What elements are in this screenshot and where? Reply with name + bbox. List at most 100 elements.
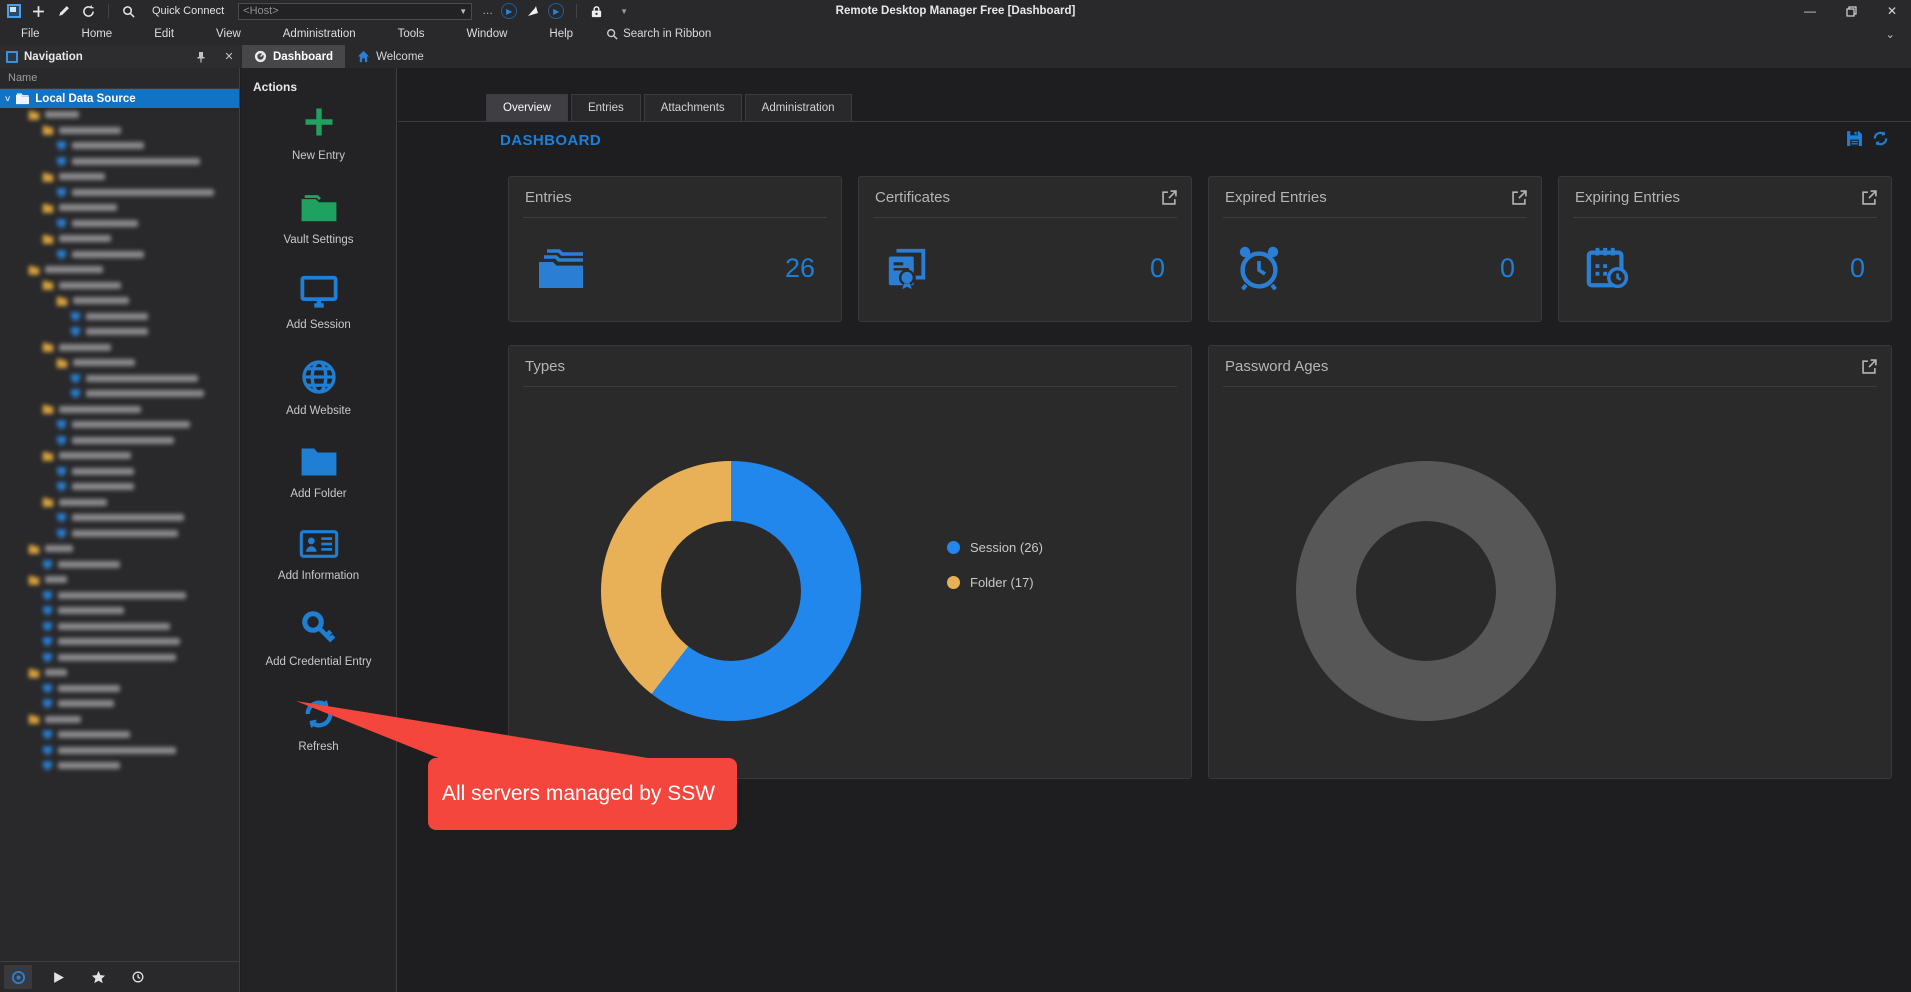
external-link-icon[interactable] [1862, 190, 1877, 205]
tree-item-session[interactable] [0, 138, 239, 154]
action-vault-settings[interactable]: Vault Settings [254, 190, 384, 247]
save-icon[interactable] [1846, 130, 1863, 147]
host-more-button[interactable]: … [482, 5, 493, 17]
tree-item-session[interactable] [0, 309, 239, 325]
tree-item-folder[interactable] [0, 340, 239, 356]
tree-column-header[interactable]: Name [0, 68, 239, 89]
quick-connect-host-input[interactable]: <Host> ▼ [238, 3, 472, 20]
tree-item-session[interactable] [0, 743, 239, 759]
tree-item-folder[interactable] [0, 572, 239, 588]
tree-item-session[interactable] [0, 479, 239, 495]
menu-window[interactable]: Window [446, 28, 529, 40]
action-new-entry[interactable]: New Entry [254, 104, 384, 163]
tree-item-session[interactable] [0, 185, 239, 201]
action-add-website[interactable]: Add Website [254, 359, 384, 418]
play-icon[interactable] [44, 965, 72, 989]
subtab-overview[interactable]: Overview [486, 94, 568, 121]
new-entry-quick-icon[interactable] [31, 4, 46, 19]
tree-item-session[interactable] [0, 216, 239, 232]
entry-tree[interactable] [0, 107, 239, 962]
tree-item-session[interactable] [0, 371, 239, 387]
tree-item-folder[interactable] [0, 712, 239, 728]
connect-button[interactable]: ▶ [501, 3, 517, 19]
tree-item-folder[interactable] [0, 123, 239, 139]
menu-tools[interactable]: Tools [377, 28, 446, 40]
tree-item-session[interactable] [0, 603, 239, 619]
restore-button[interactable] [1846, 6, 1857, 17]
search-in-ribbon[interactable]: Search in Ribbon [594, 28, 711, 40]
tree-item-session[interactable] [0, 619, 239, 635]
tree-item-folder[interactable] [0, 665, 239, 681]
tree-item-folder[interactable] [0, 402, 239, 418]
tab-welcome[interactable]: Welcome [345, 45, 436, 68]
open-session-button[interactable]: ▶ [548, 3, 564, 19]
close-window-button[interactable]: ✕ [1887, 4, 1897, 18]
tree-item-folder[interactable] [0, 293, 239, 309]
host-dropdown-arrow-icon[interactable]: ▼ [459, 7, 467, 16]
collapse-ribbon-chevron-icon[interactable]: ⌄ [1885, 27, 1911, 41]
tree-item-session[interactable] [0, 510, 239, 526]
expand-chevron-icon[interactable]: ˅ [5, 94, 10, 104]
tree-session-icon [56, 481, 67, 492]
subtab-administration[interactable]: Administration [745, 94, 852, 121]
action-add-folder[interactable]: Add Folder [254, 446, 384, 501]
tree-item-folder[interactable] [0, 495, 239, 511]
history-icon[interactable] [124, 965, 152, 989]
external-link-icon[interactable] [1162, 190, 1177, 205]
subtab-attachments[interactable]: Attachments [644, 94, 742, 121]
tree-item-folder[interactable] [0, 231, 239, 247]
action-refresh[interactable]: Refresh [254, 697, 384, 754]
tree-item-session[interactable] [0, 433, 239, 449]
pin-panel-icon[interactable] [196, 51, 218, 63]
tree-item-folder[interactable] [0, 448, 239, 464]
search-quick-icon[interactable] [121, 4, 136, 19]
external-link-icon[interactable] [1512, 190, 1527, 205]
tree-item-session[interactable] [0, 557, 239, 573]
tree-item-folder[interactable] [0, 355, 239, 371]
refresh-dashboard-icon[interactable] [1872, 130, 1889, 147]
lock-icon[interactable] [589, 4, 604, 19]
tree-item-folder[interactable] [0, 169, 239, 185]
menu-home[interactable]: Home [61, 28, 134, 40]
action-add-session[interactable]: Add Session [254, 275, 384, 332]
cursor-arrow-icon[interactable] [525, 4, 540, 19]
tree-item-folder[interactable] [0, 107, 239, 123]
refresh-quick-icon[interactable] [81, 4, 96, 19]
tree-item-folder[interactable] [0, 262, 239, 278]
tree-item-session[interactable] [0, 758, 239, 774]
tree-item-session[interactable] [0, 324, 239, 340]
menu-administration[interactable]: Administration [262, 28, 377, 40]
minimize-button[interactable]: — [1804, 4, 1816, 18]
tree-item-folder[interactable] [0, 541, 239, 557]
menu-file[interactable]: File [0, 28, 61, 40]
menu-view[interactable]: View [195, 28, 262, 40]
tree-item-folder[interactable] [0, 200, 239, 216]
menu-edit[interactable]: Edit [133, 28, 195, 40]
star-icon[interactable] [84, 965, 112, 989]
close-panel-icon[interactable]: ✕ [218, 50, 240, 63]
tree-root-local-data-source[interactable]: ˅ Local Data Source [0, 89, 239, 108]
action-add-credential-entry[interactable]: Add Credential Entry [254, 610, 384, 669]
tree-item-session[interactable] [0, 417, 239, 433]
tree-item-session[interactable] [0, 588, 239, 604]
tree-item-session[interactable] [0, 681, 239, 697]
menu-help[interactable]: Help [528, 28, 594, 40]
tree-folder-icon [42, 234, 54, 244]
tree-item-folder[interactable] [0, 278, 239, 294]
tree-item-session[interactable] [0, 526, 239, 542]
dashboard-target-icon[interactable] [4, 965, 32, 989]
edit-quick-icon[interactable] [56, 4, 71, 19]
tree-item-session[interactable] [0, 247, 239, 263]
external-link-icon[interactable] [1862, 359, 1877, 374]
tree-item-session[interactable] [0, 464, 239, 480]
tree-item-session[interactable] [0, 634, 239, 650]
tree-item-session[interactable] [0, 696, 239, 712]
tree-item-session[interactable] [0, 386, 239, 402]
tree-item-session[interactable] [0, 650, 239, 666]
tree-item-session[interactable] [0, 727, 239, 743]
action-add-information[interactable]: Add Information [254, 528, 384, 583]
tree-item-session[interactable] [0, 154, 239, 170]
toolbar-dropdown-arrow-icon[interactable]: ▼ [620, 7, 628, 16]
tab-dashboard[interactable]: Dashboard [242, 45, 345, 68]
subtab-entries[interactable]: Entries [571, 94, 641, 121]
